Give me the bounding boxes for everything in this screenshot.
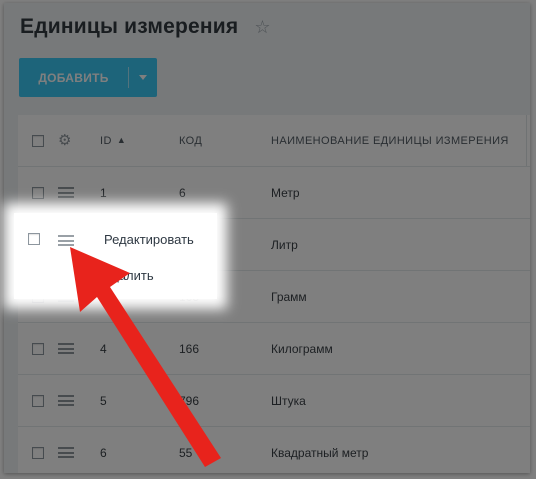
caret-down-icon (139, 75, 147, 80)
add-split-button: ДОБАВИТЬ (19, 58, 157, 97)
row-context-menu: Редактировать Удалить (14, 213, 217, 299)
cell-code: 796 (179, 393, 200, 408)
cell-id: 1 (100, 185, 107, 200)
column-header-name[interactable]: НАИМЕНОВАНИЕ ЕДИНИЦЫ ИЗМЕРЕНИЯ (271, 115, 509, 166)
select-all-checkbox[interactable] (32, 134, 44, 147)
cell-id: 5 (100, 393, 107, 408)
cell-id: 6 (100, 445, 107, 460)
cell-id: 4 (100, 341, 107, 356)
star-icon[interactable]: ☆ (254, 18, 270, 36)
cell-code: 6 (179, 185, 186, 200)
row-checkbox[interactable] (32, 186, 44, 199)
page-title: Единицы измерения (20, 15, 239, 38)
table-row[interactable]: 6 55 Квадратный метр (18, 427, 530, 473)
menu-item-delete[interactable]: Удалить (104, 268, 154, 283)
row-checkbox[interactable] (28, 233, 40, 245)
row-menu-icon[interactable] (58, 235, 74, 246)
column-divider (526, 115, 527, 166)
row-checkbox[interactable] (32, 394, 44, 407)
cell-name: Грамм (271, 289, 307, 304)
row-menu-icon[interactable] (58, 447, 74, 458)
cell-name: Квадратный метр (271, 445, 369, 460)
page-header: Единицы измерения ☆ (20, 15, 270, 39)
cell-name: Метр (271, 185, 300, 200)
add-button[interactable]: ДОБАВИТЬ (19, 58, 128, 97)
table-row[interactable]: 5 796 Штука (18, 375, 530, 427)
row-checkbox[interactable] (32, 446, 44, 459)
gear-icon[interactable]: ⚙ (58, 133, 72, 148)
cell-name: Килограмм (271, 341, 333, 356)
cell-code: 166 (179, 341, 200, 356)
column-header-id[interactable]: ID ▲ (100, 115, 126, 166)
grid-header-row: ⚙ ID ▲ КОД НАИМЕНОВАНИЕ ЕДИНИЦЫ ИЗМЕРЕНИ… (18, 115, 530, 167)
cell-code: 55 (179, 445, 193, 460)
table-row[interactable]: 4 166 Килограмм (18, 323, 530, 375)
column-header-code[interactable]: КОД (179, 115, 202, 166)
row-menu-icon[interactable] (58, 187, 74, 198)
row-menu-icon[interactable] (58, 343, 74, 354)
cell-name: Штука (271, 393, 306, 408)
sort-ascending-icon: ▲ (116, 135, 127, 145)
row-checkbox[interactable] (32, 342, 44, 355)
row-menu-icon[interactable] (58, 395, 74, 406)
add-dropdown-button[interactable] (129, 58, 157, 97)
table-row[interactable]: 1 6 Метр (18, 167, 530, 219)
cell-name: Литр (271, 237, 298, 252)
menu-item-edit[interactable]: Редактировать (104, 232, 194, 247)
